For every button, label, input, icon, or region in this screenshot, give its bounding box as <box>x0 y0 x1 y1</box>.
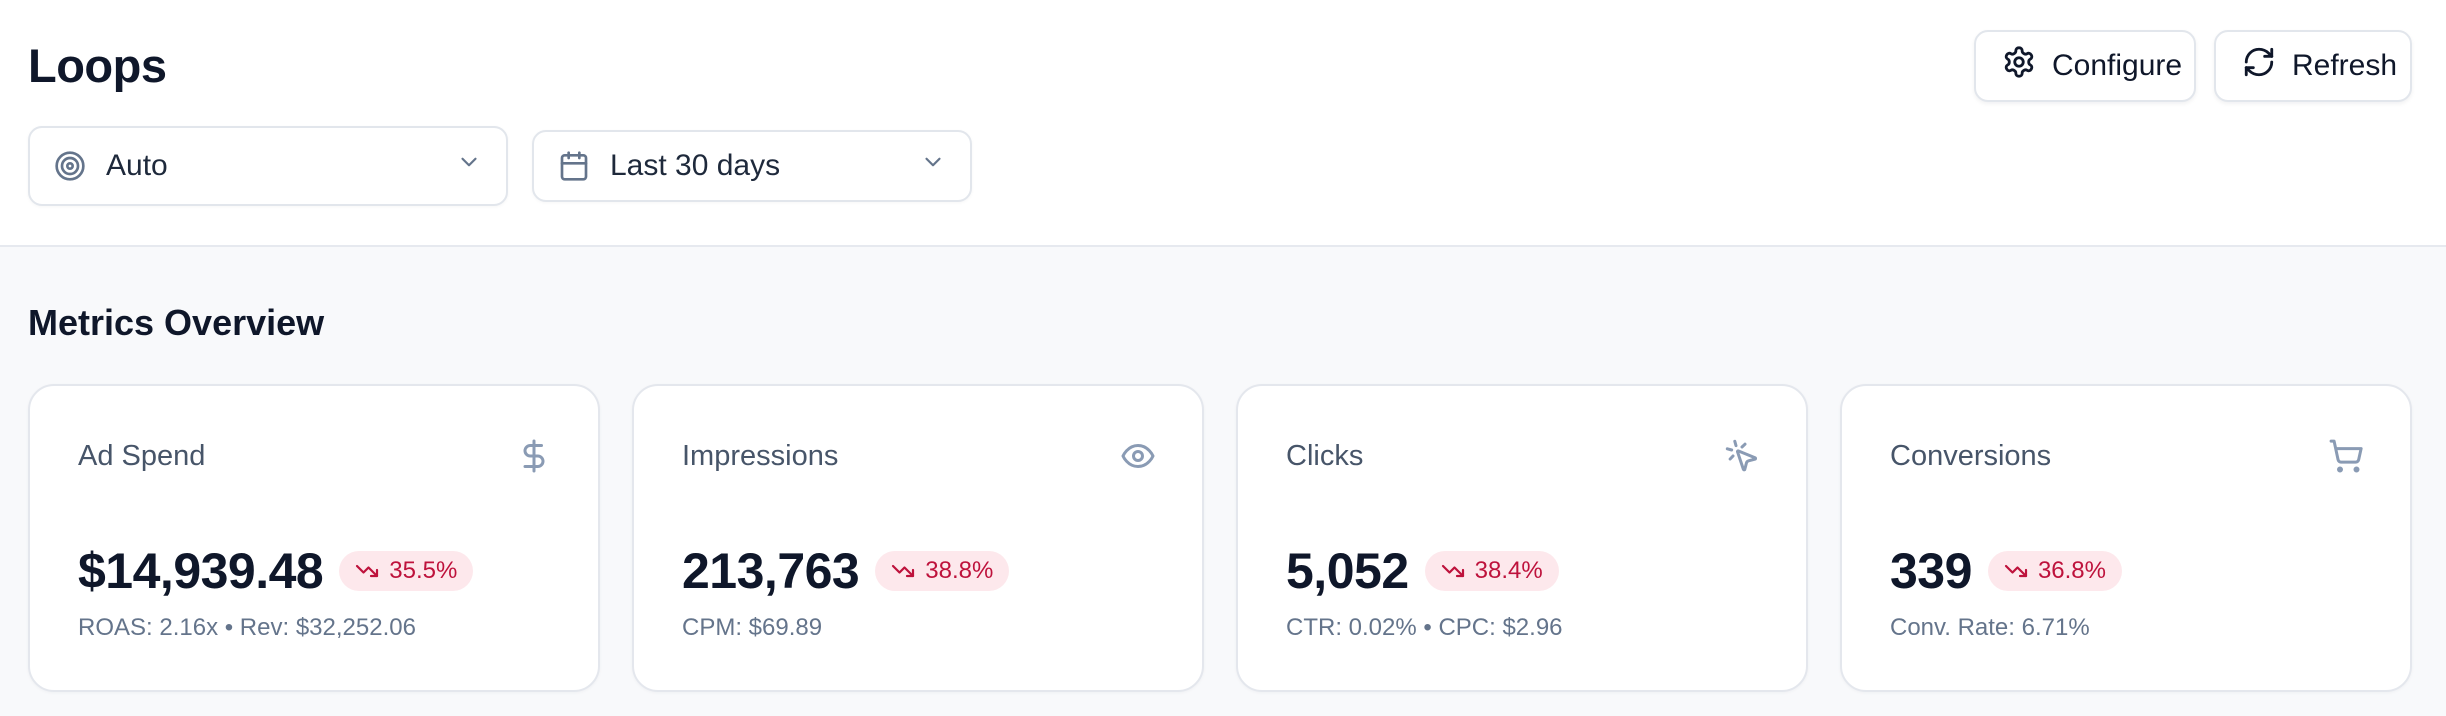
metric-card-impressions: Impressions 213,763 38.8% CPM: $69.89 <box>632 384 1204 692</box>
eye-icon <box>1120 438 1156 474</box>
target-icon <box>54 150 86 182</box>
top-bar: Loops Configure Refresh Auto Last 30 day… <box>0 0 2446 247</box>
pointer-click-icon <box>1724 438 1760 474</box>
change-value: 36.8% <box>2037 557 2106 584</box>
metric-subtext: CPM: $69.89 <box>682 614 823 641</box>
metric-value: 339 <box>1890 543 1972 599</box>
configure-label: Configure <box>2052 49 2183 82</box>
trending-down-icon <box>892 564 915 578</box>
metric-card-clicks: Clicks 5,052 38.4% CTR: 0.02% • CPC: $2.… <box>1236 384 1808 692</box>
metric-subtext: Conv. Rate: 6.71% <box>1890 614 2090 641</box>
refresh-label: Refresh <box>2292 49 2398 82</box>
date-range-select[interactable]: Last 30 days <box>532 130 972 202</box>
metric-name: Clicks <box>1286 440 1364 472</box>
mode-select[interactable]: Auto <box>28 126 508 206</box>
metric-name: Conversions <box>1890 440 2052 472</box>
page-title: Loops <box>28 39 167 92</box>
metric-subtext: ROAS: 2.16x • Rev: $32,252.06 <box>78 614 416 641</box>
change-value: 38.4% <box>1474 557 1543 584</box>
chevron-down-icon <box>456 149 482 183</box>
gear-icon <box>2002 45 2036 87</box>
metric-name: Ad Spend <box>78 440 206 472</box>
metric-value: 5,052 <box>1286 543 1409 599</box>
change-badge: 35.5% <box>339 551 474 591</box>
change-badge: 36.8% <box>1987 551 2122 591</box>
trending-down-icon <box>1441 564 1464 578</box>
metric-value: $14,939.48 <box>78 543 324 599</box>
configure-button[interactable]: Configure <box>1974 30 2196 102</box>
metric-value: 213,763 <box>682 543 860 599</box>
calendar-icon <box>558 150 590 182</box>
change-badge: 38.4% <box>1424 551 1559 591</box>
change-badge: 38.8% <box>875 551 1010 591</box>
trending-down-icon <box>356 564 379 578</box>
mode-select-value: Auto <box>106 149 168 182</box>
metric-value-row: 5,052 38.4% <box>1286 542 1559 600</box>
date-range-value: Last 30 days <box>610 149 781 182</box>
dollar-icon <box>516 438 552 474</box>
metric-value-row: $14,939.48 35.5% <box>78 542 474 600</box>
refresh-button[interactable]: Refresh <box>2214 30 2412 102</box>
cart-icon <box>2328 438 2364 474</box>
metric-card-conversions: Conversions 339 36.8% Conv. Rate: 6.71% <box>1840 384 2412 692</box>
metric-name: Impressions <box>682 440 839 472</box>
change-value: 38.8% <box>925 557 994 584</box>
change-value: 35.5% <box>389 557 458 584</box>
refresh-icon <box>2242 45 2276 87</box>
metric-value-row: 213,763 38.8% <box>682 542 1010 600</box>
trending-down-icon <box>2004 564 2028 578</box>
metric-subtext: CTR: 0.02% • CPC: $2.96 <box>1286 614 1563 641</box>
metric-card-ad-spend: Ad Spend $14,939.48 35.5% ROAS: 2.16x • … <box>28 384 600 692</box>
section-title: Metrics Overview <box>28 302 325 343</box>
metric-value-row: 339 36.8% <box>1890 542 2122 600</box>
chevron-down-icon <box>920 149 946 183</box>
